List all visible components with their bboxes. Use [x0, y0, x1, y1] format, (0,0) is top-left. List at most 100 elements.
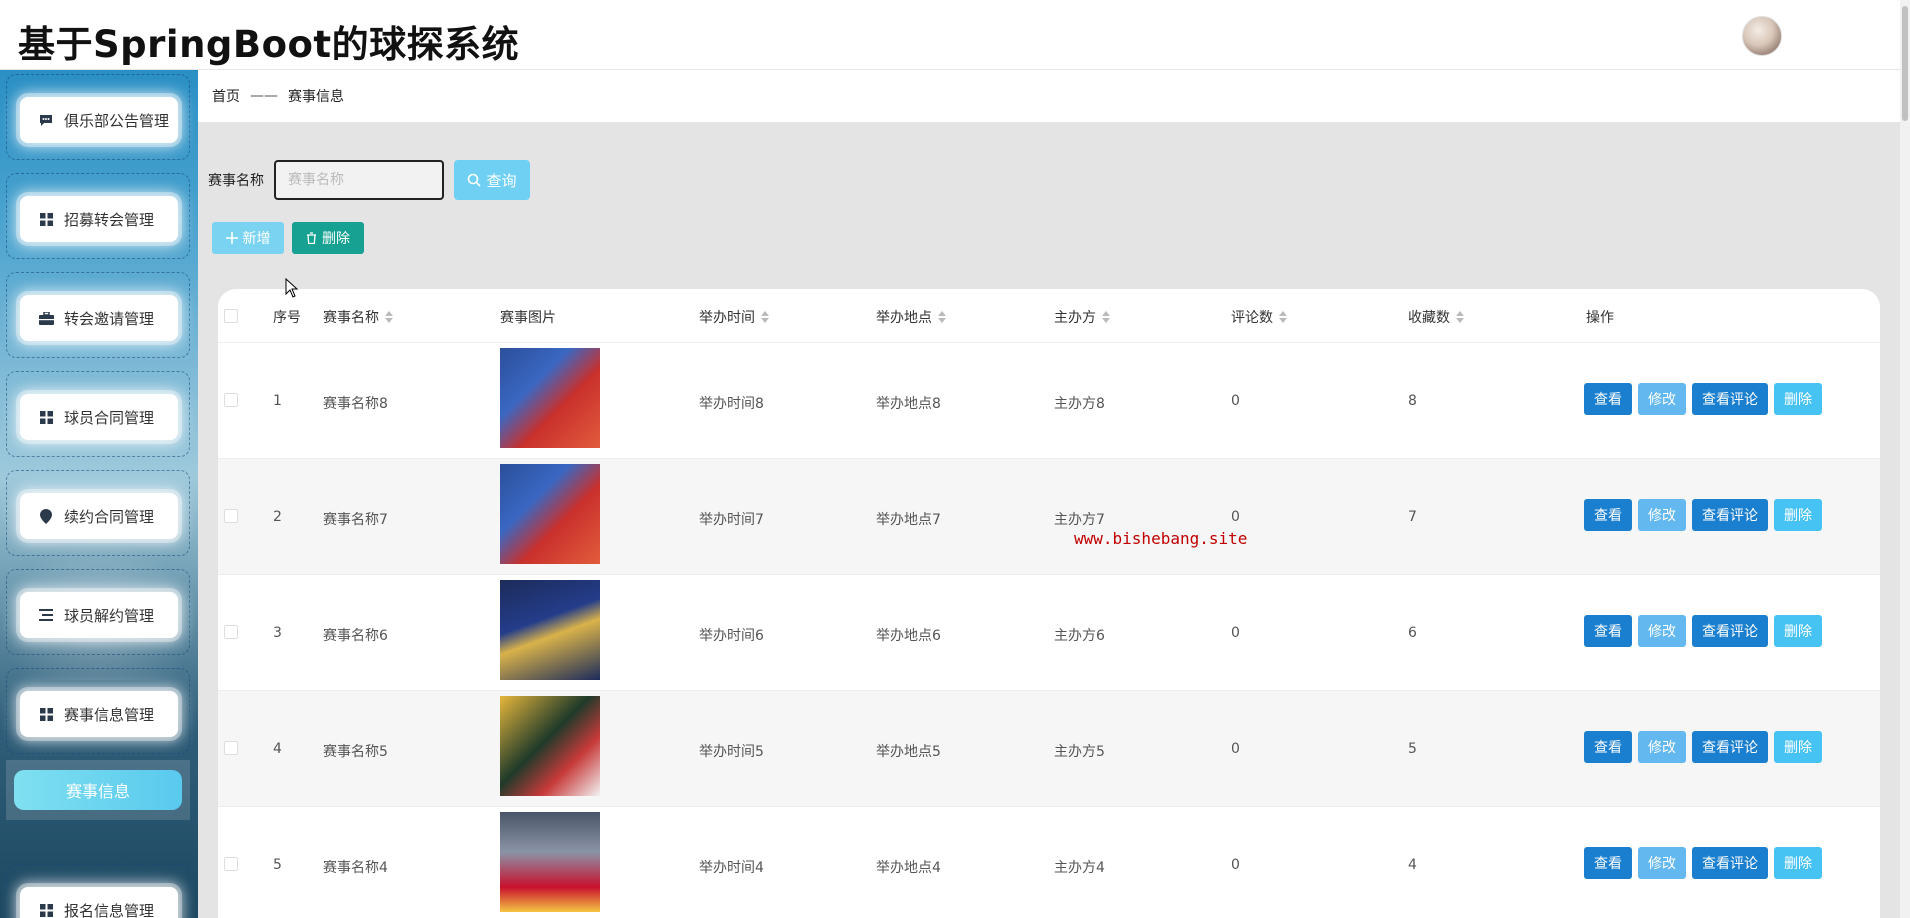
view-button[interactable]: 查看	[1584, 731, 1632, 763]
column-header-organizer[interactable]: 主办方	[1054, 307, 1110, 327]
cell-index: 1	[273, 393, 282, 409]
edit-button[interactable]: 修改	[1638, 847, 1686, 879]
view-comments-button[interactable]: 查看评论	[1692, 847, 1768, 879]
mouse-cursor-icon	[285, 278, 299, 298]
sort-icon[interactable]	[761, 311, 769, 323]
sidebar-item-label: 球员解约管理	[64, 606, 155, 625]
sidebar: 俱乐部公告管理 招募转会管理 转会邀请管理 球员合同管理 续约合同管理 球员解约…	[0, 70, 198, 918]
grid-icon	[38, 409, 54, 425]
row-checkbox[interactable]	[224, 741, 238, 755]
delete-button[interactable]: 删除	[1774, 731, 1822, 763]
match-image[interactable]	[500, 812, 600, 912]
cell-place: 举办地点5	[876, 744, 941, 760]
row-checkbox[interactable]	[224, 393, 238, 407]
column-header-favorites[interactable]: 收藏数	[1408, 307, 1464, 327]
batch-delete-button[interactable]: 删除	[292, 222, 364, 254]
cell-time: 举办时间8	[699, 396, 764, 412]
table-row: 3 赛事名称6 举办时间6 举办地点6 主办方6 0 6 查看 修改 查看评论 删除	[218, 575, 1880, 691]
row-actions: 查看 修改 查看评论 删除	[1584, 847, 1822, 879]
delete-button[interactable]: 删除	[1774, 615, 1822, 647]
sidebar-item-player-contract[interactable]: 球员合同管理	[20, 394, 178, 440]
cell-favorites: 7	[1408, 509, 1417, 525]
view-comments-button[interactable]: 查看评论	[1692, 499, 1768, 531]
sort-icon[interactable]	[938, 311, 946, 323]
cell-place: 举办地点8	[876, 396, 941, 412]
cell-comments: 0	[1231, 393, 1240, 409]
table-header: 序号 赛事名称 赛事图片 举办时间 举办地点 主办方 评论数 收藏数 操作	[218, 289, 1880, 343]
sidebar-item-signup-info[interactable]: 报名信息管理	[20, 887, 178, 918]
cell-comments: 0	[1231, 741, 1240, 757]
row-actions: 查看 修改 查看评论 删除	[1584, 499, 1822, 531]
sidebar-subitem-match-info[interactable]: 赛事信息	[14, 770, 182, 810]
cell-time: 举办时间5	[699, 744, 764, 760]
cell-index: 2	[273, 509, 282, 525]
edit-button[interactable]: 修改	[1638, 499, 1686, 531]
select-all-checkbox[interactable]	[224, 309, 238, 323]
match-image[interactable]	[500, 464, 600, 564]
grid-icon	[38, 706, 54, 722]
view-button[interactable]: 查看	[1584, 615, 1632, 647]
sidebar-item-transfer-invite[interactable]: 转会邀请管理	[20, 295, 178, 341]
column-header-time[interactable]: 举办时间	[699, 307, 769, 327]
sidebar-item-match-info[interactable]: 赛事信息管理	[20, 691, 178, 737]
view-comments-button[interactable]: 查看评论	[1692, 615, 1768, 647]
delete-button[interactable]: 删除	[1774, 847, 1822, 879]
cell-favorites: 5	[1408, 741, 1417, 757]
user-avatar[interactable]	[1742, 16, 1782, 56]
sidebar-item-label: 招募转会管理	[64, 210, 155, 229]
view-comments-button[interactable]: 查看评论	[1692, 383, 1768, 415]
sidebar-item-recruit-transfer[interactable]: 招募转会管理	[20, 196, 178, 242]
row-checkbox[interactable]	[224, 625, 238, 639]
cell-index: 4	[273, 741, 282, 757]
match-image[interactable]	[500, 696, 600, 796]
cell-name: 赛事名称5	[323, 744, 388, 760]
view-comments-button[interactable]: 查看评论	[1692, 731, 1768, 763]
sort-icon[interactable]	[1102, 311, 1110, 323]
cell-place: 举办地点7	[876, 512, 941, 528]
edit-button[interactable]: 修改	[1638, 383, 1686, 415]
match-image[interactable]	[500, 580, 600, 680]
column-header-name[interactable]: 赛事名称	[323, 307, 393, 327]
delete-button[interactable]: 删除	[1774, 383, 1822, 415]
breadcrumb: 首页 —— 赛事信息	[198, 70, 1900, 122]
sidebar-item-label: 球员合同管理	[64, 408, 155, 427]
sort-icon[interactable]	[1279, 311, 1287, 323]
chat-icon	[38, 112, 54, 128]
page-scrollbar[interactable]	[1900, 0, 1910, 918]
column-header-comments[interactable]: 评论数	[1231, 307, 1287, 327]
edit-button[interactable]: 修改	[1638, 731, 1686, 763]
breadcrumb-home[interactable]: 首页	[212, 86, 240, 106]
cell-place: 举办地点6	[876, 628, 941, 644]
row-checkbox[interactable]	[224, 857, 238, 871]
action-row: 新增 删除	[212, 222, 364, 254]
cell-comments: 0	[1231, 857, 1240, 873]
cell-organizer: 主办方6	[1054, 628, 1105, 644]
location-pin-icon	[38, 508, 54, 524]
view-button[interactable]: 查看	[1584, 847, 1632, 879]
scrollbar-thumb[interactable]	[1902, 6, 1908, 121]
cell-name: 赛事名称8	[323, 396, 388, 412]
query-button[interactable]: 查询	[454, 160, 530, 200]
cell-index: 5	[273, 857, 282, 873]
view-button[interactable]: 查看	[1584, 383, 1632, 415]
sort-icon[interactable]	[1456, 311, 1464, 323]
match-image[interactable]	[500, 348, 600, 448]
column-header-place[interactable]: 举办地点	[876, 307, 946, 327]
cell-time: 举办时间7	[699, 512, 764, 528]
sidebar-item-club-notice[interactable]: 俱乐部公告管理	[20, 97, 178, 143]
view-button[interactable]: 查看	[1584, 499, 1632, 531]
add-button[interactable]: 新增	[212, 222, 284, 254]
match-name-search-input[interactable]	[274, 160, 444, 200]
edit-button[interactable]: 修改	[1638, 615, 1686, 647]
header-label: 评论数	[1231, 310, 1273, 326]
cell-comments: 0	[1231, 509, 1240, 525]
sidebar-item-renewal-contract[interactable]: 续约合同管理	[20, 493, 178, 539]
sidebar-item-player-termination[interactable]: 球员解约管理	[20, 592, 178, 638]
cell-favorites: 6	[1408, 625, 1417, 641]
grid-icon	[38, 902, 54, 918]
row-checkbox[interactable]	[224, 509, 238, 523]
cell-organizer: 主办方8	[1054, 396, 1105, 412]
table-row: 2 赛事名称7 举办时间7 举办地点7 主办方7 0 7 查看 修改 查看评论 删除	[218, 459, 1880, 575]
delete-button[interactable]: 删除	[1774, 499, 1822, 531]
sort-icon[interactable]	[385, 311, 393, 323]
